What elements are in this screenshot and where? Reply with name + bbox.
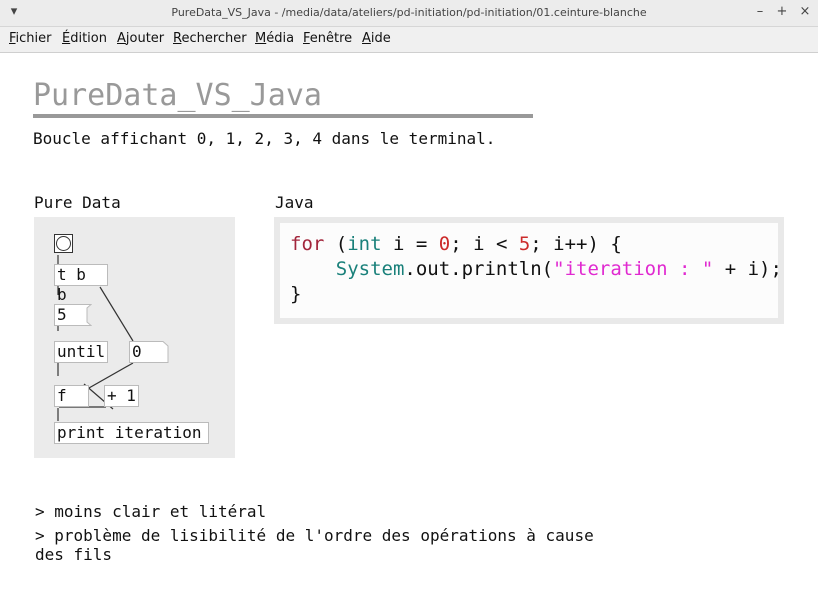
note-2: > problème de lisibilité de l'ordre des … [35,526,594,545]
number-0[interactable]: 0 [129,341,169,363]
page-title: PureData_VS_Java [33,78,322,113]
menu-fichier[interactable]: Fichier [9,31,52,46]
message-5[interactable]: 5 [54,304,92,326]
maximize-icon[interactable]: + [774,4,790,19]
code-line-2: System.out.println("iteration : " + i); [335,258,782,280]
object-plus-one[interactable]: + 1 [104,385,139,407]
bang-button[interactable] [54,234,73,253]
title-bar: ▾ PureData_VS_Java - /media/data/atelier… [0,0,818,27]
note-1: > moins clair et litéral [35,502,267,521]
close-icon[interactable]: × [797,4,813,19]
menu-bar: Fichier Édition Ajouter Rechercher Média… [0,27,818,53]
patch-canvas[interactable]: PureData_VS_Java Boucle affichant 0, 1, … [0,53,818,609]
menu-aide[interactable]: Aide [362,31,391,46]
object-trigger[interactable]: t b b [54,264,108,304]
pd-patch-area: t b b 5 until 0 f + 1 print iteration [34,217,235,458]
minimize-icon[interactable]: – [752,4,768,19]
menu-media[interactable]: Média [255,31,294,46]
note-2-cont: des fils [35,545,113,564]
object-until[interactable]: until [54,341,108,363]
menu-rechercher[interactable]: Rechercher [173,31,247,46]
code-line-3: } [290,283,302,305]
object-print[interactable]: print iteration [54,422,209,444]
pd-label: Pure Data [34,193,121,212]
java-code-box: for (int i = 0; i < 5; i++) { System.out… [274,217,784,324]
object-float[interactable]: f [54,385,89,407]
java-label: Java [275,193,314,212]
menu-edition[interactable]: Édition [62,31,107,46]
menu-ajouter[interactable]: Ajouter [117,31,164,46]
menu-fenetre[interactable]: Fenêtre [303,31,352,46]
subtitle-comment: Boucle affichant 0, 1, 2, 3, 4 dans le t… [33,129,496,148]
title-underline [33,114,533,118]
code-line-1: for (int i = 0; i < 5; i++) { [290,233,622,255]
window-title: PureData_VS_Java - /media/data/ateliers/… [171,6,647,19]
